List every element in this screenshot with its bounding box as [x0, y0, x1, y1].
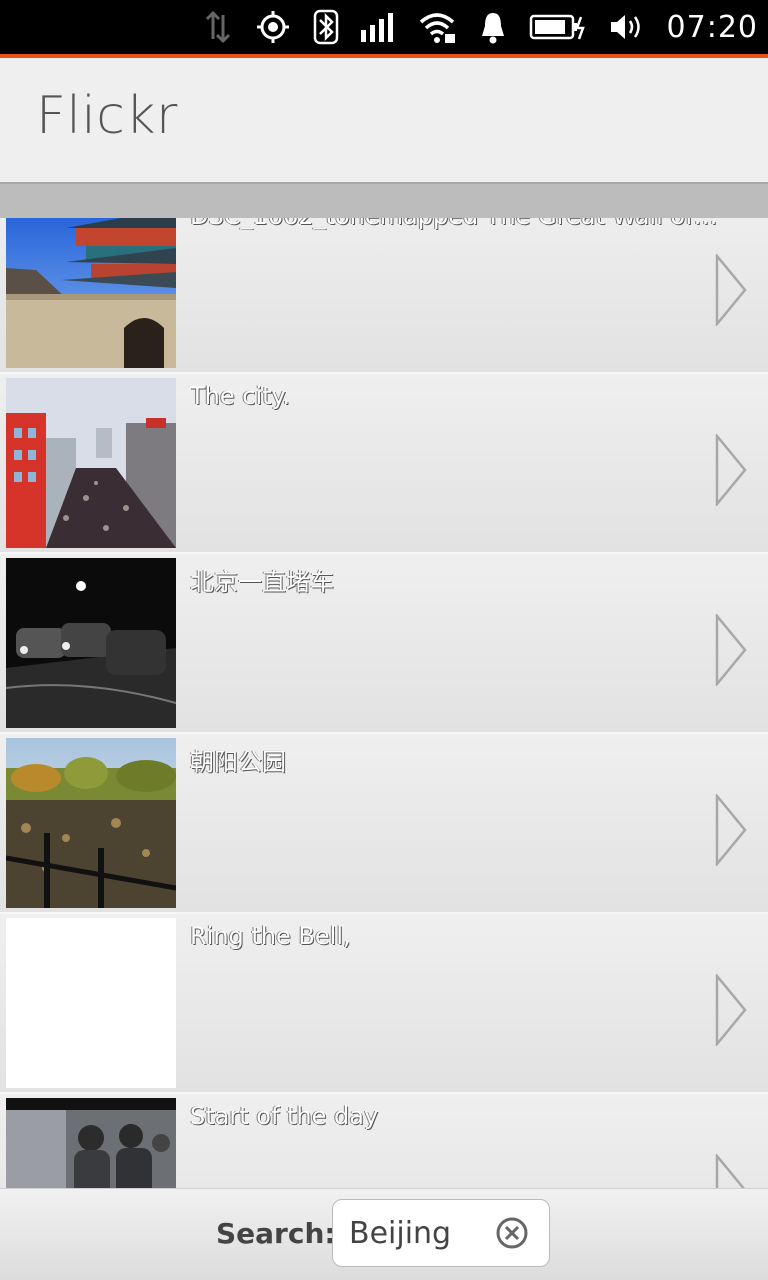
header-divider — [0, 182, 768, 218]
search-label: Search: — [216, 1217, 336, 1250]
park-lake-photo — [6, 738, 176, 908]
chevron-right-icon[interactable] — [714, 614, 748, 686]
photo-list[interactable]: DSC_1662_tonemapped The Great Wall of ..… — [0, 218, 768, 1188]
chevron-right-icon[interactable] — [714, 434, 748, 506]
list-item[interactable]: The city. — [0, 374, 768, 554]
search-input[interactable]: Beijing — [332, 1199, 550, 1267]
search-input-value[interactable]: Beijing — [349, 1216, 451, 1251]
search-bar: Search: Beijing — [0, 1188, 768, 1280]
list-item-title: DSC_1662_tonemapped The Great Wall of ..… — [190, 218, 720, 230]
page-title: Flickr — [36, 86, 178, 146]
list-item-title: 朝阳公园 — [190, 748, 286, 776]
great-wall-photo — [6, 218, 176, 368]
signal-icon — [360, 12, 395, 42]
status-bar: 07:20 — [0, 0, 768, 58]
volume-icon — [609, 12, 645, 42]
list-item-title: Ring the Bell, — [190, 922, 351, 950]
location-icon — [255, 9, 291, 45]
data-transfer-icon — [203, 9, 233, 45]
list-item-title: Start of the day — [190, 1102, 379, 1130]
bluetooth-icon — [313, 9, 339, 45]
clear-search-icon[interactable] — [495, 1216, 529, 1250]
status-clock: 07:20 — [666, 9, 758, 45]
chevron-right-icon[interactable] — [714, 974, 748, 1046]
list-item-title: 北京一直堵车 — [190, 568, 334, 596]
list-item[interactable]: 北京一直堵车 — [0, 554, 768, 734]
list-item[interactable]: Start of the day — [0, 1094, 768, 1188]
list-item[interactable]: Ring the Bell, — [0, 914, 768, 1094]
chevron-right-icon[interactable] — [714, 794, 748, 866]
notification-bell-icon — [479, 10, 507, 44]
list-item-title: The city. — [190, 382, 290, 410]
night-traffic-photo — [6, 558, 176, 728]
battery-charging-icon — [529, 13, 587, 41]
wifi-icon — [417, 10, 457, 44]
people-crowd-photo — [6, 1098, 176, 1188]
list-item[interactable]: 朝阳公园 — [0, 734, 768, 914]
list-item[interactable]: DSC_1662_tonemapped The Great Wall of ..… — [0, 218, 768, 374]
blank-photo — [6, 918, 176, 1088]
app-header: Flickr — [0, 58, 768, 182]
chevron-right-icon[interactable] — [714, 254, 748, 326]
chevron-right-icon[interactable] — [714, 1154, 748, 1188]
city-street-photo — [6, 378, 176, 548]
